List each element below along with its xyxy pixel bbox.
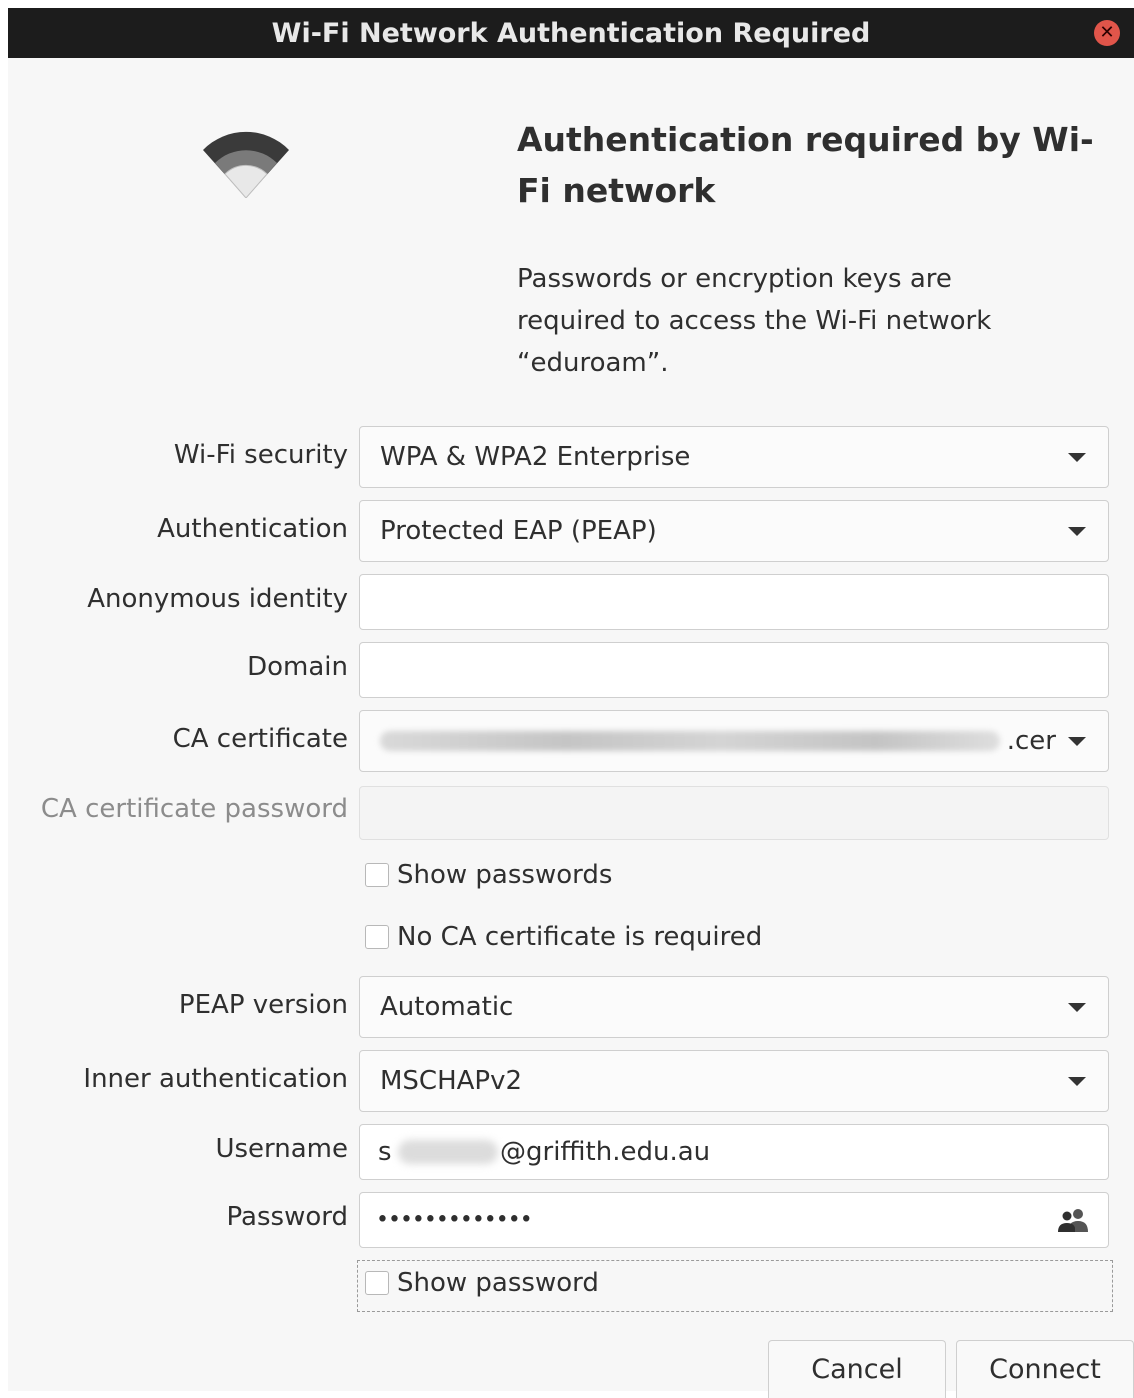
redacted-username [398, 1140, 498, 1164]
ca-certificate-password-label: CA certificate password [40, 794, 348, 824]
authentication-value: Protected EAP (PEAP) [380, 516, 657, 546]
ca-certificate-dropdown[interactable]: .cer [359, 710, 1109, 772]
window-title: Wi-Fi Network Authentication Required [271, 17, 871, 49]
chevron-down-icon [1068, 737, 1086, 746]
username-domain: @griffith.edu.au [500, 1137, 711, 1167]
redacted-filename [380, 731, 1000, 751]
wifi-security-label: Wi-Fi security [173, 440, 348, 470]
show-passwords-checkbox-row[interactable]: Show passwords [365, 860, 612, 890]
auth-dialog: Wi-Fi Network Authentication Required ✕ … [8, 8, 1134, 1398]
username-prefix: s [378, 1137, 392, 1167]
no-ca-required-label: No CA certificate is required [397, 922, 763, 952]
username-input[interactable]: s @griffith.edu.au [359, 1124, 1109, 1180]
anonymous-identity-input[interactable] [359, 574, 1109, 630]
chevron-down-icon [1068, 1003, 1086, 1012]
username-label: Username [215, 1134, 348, 1164]
domain-input[interactable] [359, 642, 1109, 698]
ca-certificate-label: CA certificate [172, 724, 348, 754]
show-password-checkbox-row[interactable]: Show password [365, 1268, 599, 1298]
show-passwords-label: Show passwords [397, 860, 613, 890]
connect-button[interactable]: Connect [956, 1340, 1134, 1398]
chevron-down-icon [1068, 527, 1086, 536]
chevron-down-icon [1068, 1077, 1086, 1086]
show-password-checkbox[interactable] [365, 1271, 389, 1295]
close-icon[interactable]: ✕ [1094, 20, 1120, 46]
dialog-heading: Authentication required by Wi-Fi network [517, 120, 1094, 210]
people-icon[interactable] [1056, 1206, 1092, 1234]
title-bar[interactable]: Wi-Fi Network Authentication Required ✕ [8, 8, 1134, 58]
wifi-security-value: WPA & WPA2 Enterprise [380, 442, 691, 472]
inner-authentication-value: MSCHAPv2 [380, 1066, 523, 1096]
show-passwords-checkbox[interactable] [365, 863, 389, 887]
password-input[interactable]: ••••••••••••• [359, 1192, 1109, 1248]
chevron-down-icon [1068, 453, 1086, 462]
ca-certificate-extension: .cer [1006, 726, 1056, 756]
peap-version-label: PEAP version [178, 990, 348, 1020]
dialog-description: Passwords or encryption keys are require… [517, 264, 992, 378]
wifi-icon [203, 131, 289, 198]
inner-authentication-label: Inner authentication [83, 1064, 348, 1094]
inner-authentication-dropdown[interactable]: MSCHAPv2 [359, 1050, 1109, 1112]
peap-version-dropdown[interactable]: Automatic [359, 976, 1109, 1038]
authentication-label: Authentication [157, 514, 348, 544]
no-ca-required-checkbox-row[interactable]: No CA certificate is required [365, 922, 762, 952]
domain-label: Domain [247, 652, 348, 682]
authentication-dropdown[interactable]: Protected EAP (PEAP) [359, 500, 1109, 562]
password-label: Password [226, 1202, 348, 1232]
cancel-button[interactable]: Cancel [768, 1340, 946, 1398]
peap-version-value: Automatic [380, 992, 514, 1022]
ca-certificate-password-input [359, 786, 1109, 840]
no-ca-required-checkbox[interactable] [365, 925, 389, 949]
anonymous-identity-label: Anonymous identity [87, 584, 348, 614]
wifi-security-dropdown[interactable]: WPA & WPA2 Enterprise [359, 426, 1109, 488]
password-masked-value: ••••••••••••• [376, 1207, 533, 1233]
show-password-label: Show password [397, 1268, 599, 1298]
